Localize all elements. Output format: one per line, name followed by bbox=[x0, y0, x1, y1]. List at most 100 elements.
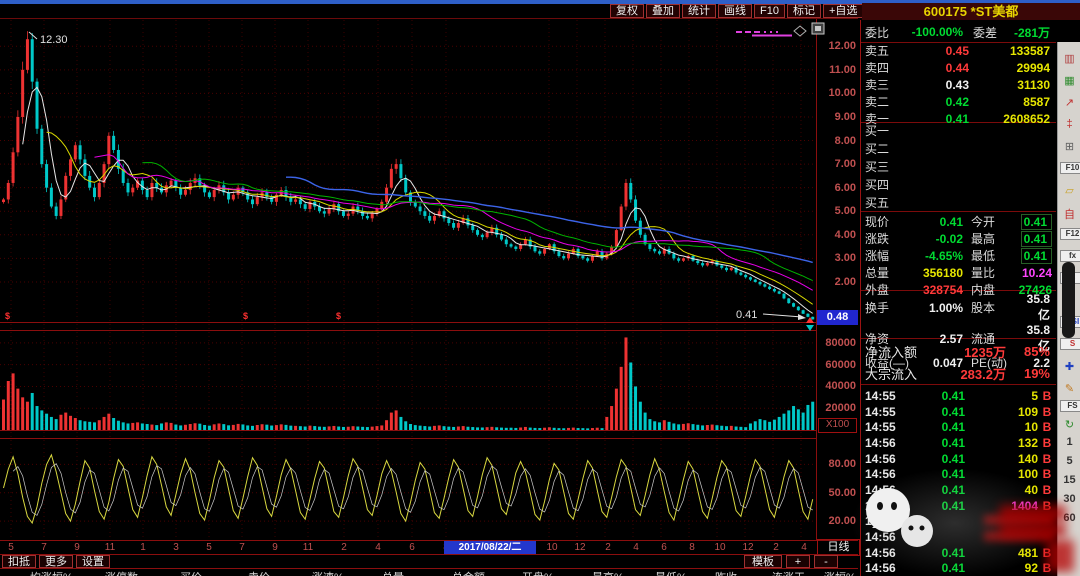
trade-time: 14:55 bbox=[861, 420, 913, 434]
flow-value: 1235万 bbox=[945, 342, 1006, 361]
zoom-in-button[interactable]: + bbox=[786, 555, 810, 568]
kline-chart-svg[interactable]: 12.300.41$$$ bbox=[0, 18, 858, 558]
menu-item-标记[interactable]: 标记 bbox=[787, 4, 821, 18]
move-icon[interactable]: ✚ bbox=[1058, 360, 1080, 373]
menu-item-画线[interactable]: 画线 bbox=[718, 4, 752, 18]
x-tick-label: 6 bbox=[403, 542, 421, 553]
price-axis-label: 11.00 bbox=[818, 64, 856, 76]
trade-row: 14:550.4110B bbox=[861, 419, 1056, 435]
x-tick-label: 4 bbox=[627, 542, 645, 553]
trade-price: 0.41 bbox=[913, 452, 965, 466]
partial-col-header: 最低% bbox=[655, 569, 687, 576]
calendar-icon[interactable]: ⊞ bbox=[1058, 140, 1080, 153]
quote-value: 0.41 bbox=[905, 215, 963, 229]
price-axis-label: 9.00 bbox=[818, 111, 856, 123]
quote-value-2: 0.41 bbox=[1021, 214, 1052, 230]
x-tick-label: 10 bbox=[711, 542, 729, 553]
volume-axis-label: 40000 bbox=[818, 380, 856, 392]
super-icon[interactable]: S bbox=[1060, 338, 1080, 350]
menu-item-复权[interactable]: 复权 bbox=[610, 4, 644, 18]
x-tick-label: 11 bbox=[101, 542, 119, 553]
quote-value-2: 0.41 bbox=[1021, 231, 1052, 247]
x-tick-label: 8 bbox=[683, 542, 701, 553]
quote-value-2: 10.24 bbox=[1013, 266, 1056, 280]
pencil-icon[interactable]: ✎ bbox=[1058, 382, 1080, 395]
x-tick-label: 4 bbox=[795, 542, 813, 553]
trend-line-icon[interactable]: ↗ bbox=[1058, 96, 1080, 109]
trade-price: 0.41 bbox=[913, 389, 965, 403]
trade-time: 14:56 bbox=[861, 436, 913, 450]
partial-col-header: 卖价 bbox=[248, 569, 270, 576]
f12-icon[interactable]: F12 bbox=[1060, 228, 1080, 240]
menu-item-F10[interactable]: F10 bbox=[754, 4, 785, 18]
trade-flag: B bbox=[1038, 436, 1056, 450]
stock-info-icon[interactable]: 自 bbox=[1058, 206, 1080, 222]
f10-icon[interactable]: F10 bbox=[1060, 162, 1080, 174]
formula-icon[interactable]: fx bbox=[1060, 250, 1080, 262]
price-axis-label: 5.00 bbox=[818, 205, 856, 217]
scrollbar-thumb[interactable] bbox=[1062, 262, 1075, 338]
ask-queue-section: 卖五0.45133587卖四0.4429994卖三0.4331130卖二0.42… bbox=[861, 42, 1056, 123]
chart-area[interactable]: 12.300.41$$$ 12.0011.0010.009.008.007.00… bbox=[0, 18, 858, 576]
bid-label: 买二 bbox=[861, 140, 911, 157]
top-menu-bar: 复权叠加统计画线F10标记+自选返回 bbox=[610, 4, 899, 18]
partial-col-header: 涨幅% bbox=[824, 569, 856, 576]
quote-label: 涨幅 bbox=[861, 247, 905, 264]
refresh-icon[interactable]: ↻ bbox=[1058, 418, 1080, 431]
ask-volume: 29994 bbox=[969, 61, 1056, 75]
bottom-button-更多[interactable]: 更多 bbox=[39, 555, 73, 568]
price-axis-label: 8.00 bbox=[818, 135, 856, 147]
fin-value: 1.00% bbox=[913, 301, 963, 315]
x-tick-label: 7 bbox=[35, 542, 53, 553]
x-tick-label: 2 bbox=[599, 542, 617, 553]
fs-icon[interactable]: FS bbox=[1060, 400, 1080, 412]
period-button-30[interactable]: 30 bbox=[1058, 493, 1080, 505]
table-icon[interactable]: ▦ bbox=[1058, 74, 1080, 87]
period-button-15[interactable]: 15 bbox=[1058, 474, 1080, 486]
menu-item-+自选[interactable]: +自选 bbox=[823, 4, 863, 18]
svg-text:0.41: 0.41 bbox=[736, 309, 757, 321]
partial-col-header: 涨速% bbox=[312, 569, 344, 576]
red-smudge-2 bbox=[1000, 523, 1066, 537]
quote-value: -4.65% bbox=[905, 249, 963, 263]
trade-price: 0.41 bbox=[913, 405, 965, 419]
trade-time: 14:55 bbox=[861, 389, 913, 403]
trade-volume: 109 bbox=[965, 405, 1038, 419]
price-axis-label: 3.00 bbox=[818, 252, 856, 264]
bid-label: 买四 bbox=[861, 176, 911, 193]
bottom-button-扣抵[interactable]: 扣抵 bbox=[2, 555, 36, 568]
bottom-button-设置[interactable]: 设置 bbox=[76, 555, 110, 568]
quote-row: 涨跌-0.02最高0.41 bbox=[861, 230, 1056, 247]
folder-icon[interactable]: ▱ bbox=[1058, 184, 1080, 197]
zoom-out-button[interactable]: - bbox=[814, 555, 838, 568]
period-button-5[interactable]: 5 bbox=[1058, 455, 1080, 467]
trade-row: 14:560.41140B bbox=[861, 451, 1056, 467]
partial-col-header: 最高% bbox=[592, 569, 624, 576]
kline-chart-icon[interactable]: ▥ bbox=[1058, 52, 1080, 65]
quote-label-2: 最高 bbox=[963, 230, 1013, 247]
ask-price: 0.44 bbox=[911, 61, 969, 75]
flow-percent: 85% bbox=[1006, 344, 1056, 359]
svg-text:$: $ bbox=[336, 311, 341, 321]
quote-label: 现价 bbox=[861, 213, 905, 230]
menu-item-叠加[interactable]: 叠加 bbox=[646, 4, 680, 18]
template-button[interactable]: 模板 bbox=[744, 555, 782, 568]
wechat-watermark-icon bbox=[858, 482, 950, 564]
candlestick-icon[interactable]: ‡ bbox=[1058, 118, 1080, 130]
ask-row: 卖四0.4429994 bbox=[861, 59, 1056, 76]
partial-col-header: 连涨天 bbox=[772, 569, 805, 576]
bid-row: 买三 bbox=[861, 158, 1056, 176]
period-button-1[interactable]: 1 bbox=[1058, 436, 1080, 448]
price-axis-label: 6.00 bbox=[818, 182, 856, 194]
bid-row: 买一 bbox=[861, 122, 1056, 140]
x-tick-label: 3 bbox=[167, 542, 185, 553]
x-tick-label: 12 bbox=[739, 542, 757, 553]
x-tick-label: 6 bbox=[655, 542, 673, 553]
financial-row: 换手1.00%股本35.8亿 bbox=[861, 292, 1056, 323]
last-price-tag: 0.48 bbox=[817, 310, 858, 325]
selected-date-box[interactable]: 2017/08/22/二 bbox=[444, 541, 536, 554]
ask-label: 卖四 bbox=[861, 59, 911, 76]
menu-item-统计[interactable]: 统计 bbox=[682, 4, 716, 18]
ask-volume: 8587 bbox=[969, 95, 1056, 109]
x-tick-label: 4 bbox=[369, 542, 387, 553]
